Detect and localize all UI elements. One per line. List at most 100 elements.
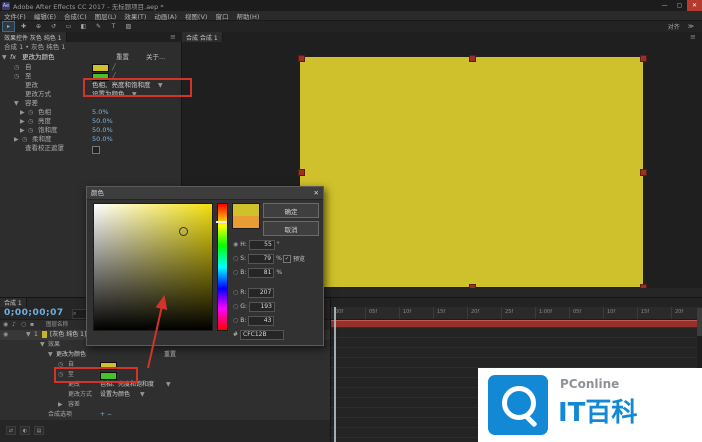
stopwatch-icon[interactable]: ◷ <box>14 72 19 81</box>
dialog-titlebar[interactable]: 颜色 ✕ <box>87 187 323 200</box>
stopwatch-icon[interactable]: ◷ <box>14 63 19 72</box>
selection-handle[interactable] <box>640 169 647 176</box>
shape-tool-icon[interactable]: ▭ <box>62 21 75 32</box>
maximize-button[interactable]: ▢ <box>672 0 687 11</box>
stopwatch-icon[interactable]: ◷ <box>28 108 33 117</box>
menu-edit[interactable]: 编辑(E) <box>34 11 56 21</box>
about-link[interactable]: 关于... <box>146 53 165 62</box>
stopwatch-icon[interactable]: ◷ <box>22 135 27 144</box>
param-saturation[interactable]: ▶ ◷ 饱和度 50.0% <box>0 126 181 135</box>
menu-composition[interactable]: 合成(C) <box>64 11 87 21</box>
current-time-indicator[interactable] <box>334 307 336 442</box>
field-g[interactable]: ○ G: 193 <box>233 301 275 312</box>
comp-panel-menu-icon[interactable]: ≡ <box>690 33 696 41</box>
param-value[interactable]: 50.0% <box>92 135 113 144</box>
radio-on-icon[interactable]: ◉ <box>233 241 238 248</box>
h-input[interactable]: 55 <box>249 240 275 250</box>
hue-marker[interactable] <box>216 221 227 223</box>
reset-link[interactable]: 重置 <box>116 53 129 62</box>
layer-name[interactable]: [灰色 纯色 1] <box>50 330 86 340</box>
field-b[interactable]: ○ B: 81 % <box>233 267 282 278</box>
menu-help[interactable]: 帮助(H) <box>236 11 259 21</box>
view-matte-checkbox[interactable] <box>92 146 100 154</box>
param-view-matte[interactable]: 查看校正遮罩 <box>0 144 181 153</box>
field-hex[interactable]: # CFC12B <box>233 329 284 340</box>
eye-column-icon[interactable]: ◉ <box>3 320 8 330</box>
twirl-closed-icon[interactable]: ▶ <box>20 126 25 135</box>
r-input[interactable]: 207 <box>248 288 274 298</box>
field-s[interactable]: ○ S: 79 % <box>233 253 282 264</box>
menu-effect[interactable]: 效果(T) <box>124 11 146 21</box>
chevron-down-icon[interactable]: ▼ <box>166 380 171 390</box>
cancel-button[interactable]: 取消 <box>263 221 319 236</box>
twirl-open-icon[interactable]: ▼ <box>2 53 7 62</box>
stopwatch-icon[interactable]: ◷ <box>28 117 33 126</box>
stopwatch-icon[interactable]: ◷ <box>28 126 33 135</box>
align-label[interactable]: 对齐 <box>668 22 680 31</box>
twirl-open-icon[interactable]: ▼ <box>40 340 45 350</box>
effect-header[interactable]: ▼ fx 更改为颜色 重置 关于... <box>0 53 181 62</box>
param-value[interactable]: 50.0% <box>92 117 113 126</box>
twirl-closed-icon[interactable]: ▶ <box>20 117 25 126</box>
from-color-swatch[interactable] <box>92 64 109 72</box>
selection-handle[interactable] <box>298 169 305 176</box>
color-field-marker[interactable] <box>179 227 188 236</box>
solo-column-icon[interactable]: ○ <box>21 320 26 330</box>
field-r[interactable]: ○ R: 207 <box>233 287 274 298</box>
selection-handle[interactable] <box>298 55 305 62</box>
param-value[interactable]: 5.0% <box>92 108 109 117</box>
tab-composition[interactable]: 合成 合成 1 <box>182 32 223 42</box>
twirl-closed-icon[interactable]: ▶ <box>14 135 19 144</box>
menu-view[interactable]: 视图(V) <box>185 11 208 21</box>
field-h[interactable]: ◉ H: 55 ° <box>233 239 280 250</box>
lock-column-icon[interactable]: ▪ <box>30 320 34 330</box>
param-from[interactable]: ◷ 自 ╱ <box>0 63 181 72</box>
saturation-brightness-field[interactable] <box>93 203 213 331</box>
radio-off-icon[interactable]: ○ <box>233 255 238 262</box>
time-ruler[interactable]: 00f 05f 10f 15f 20f 25f 1:00f 05f 10f 15… <box>331 307 702 320</box>
eyedropper-icon[interactable]: ╱ <box>112 63 116 72</box>
type-tool-icon[interactable]: T <box>107 21 120 32</box>
graph-editor-icon[interactable]: ▤ <box>34 426 44 435</box>
group-tolerance[interactable]: ▼ 容差 <box>0 99 181 108</box>
ok-button[interactable]: 确定 <box>263 203 319 218</box>
pen-tool-icon[interactable]: ✎ <box>92 21 105 32</box>
g-input[interactable]: 193 <box>249 302 275 312</box>
current-timecode[interactable]: 0;00;00;07 <box>4 308 64 318</box>
brush-tool-icon[interactable]: ▨ <box>122 21 135 32</box>
radio-off-icon[interactable]: ○ <box>233 289 238 296</box>
radio-off-icon[interactable]: ○ <box>233 303 238 310</box>
twirl-closed-icon[interactable]: ▶ <box>58 400 63 410</box>
reset-link[interactable]: 重置 <box>164 350 176 360</box>
twirl-open-icon[interactable]: ▼ <box>48 350 53 360</box>
expand-layers-icon[interactable]: ⇄ <box>6 426 16 435</box>
tab-effect-controls[interactable]: 效果控件 灰色 纯色 1 <box>0 32 67 42</box>
eye-icon[interactable]: ◉ <box>3 330 8 340</box>
mask-tool-icon[interactable]: ◧ <box>77 21 90 32</box>
panel-menu-icon[interactable]: ≡ <box>170 33 176 41</box>
menu-animation[interactable]: 动画(A) <box>154 11 177 21</box>
hand-tool-icon[interactable]: ✚ <box>17 21 30 32</box>
param-hue[interactable]: ▶ ◷ 色相 5.0% <box>0 108 181 117</box>
menu-window[interactable]: 窗口 <box>215 11 228 21</box>
dialog-close-icon[interactable]: ✕ <box>314 187 319 199</box>
preview-checkbox[interactable]: ✓ <box>283 255 291 263</box>
column-layer-name[interactable]: 图层名称 <box>46 320 68 330</box>
frame-blend-icon[interactable]: ◐ <box>20 426 30 435</box>
comp-options-row[interactable]: 合成选项 + − <box>0 410 330 421</box>
chevron-down-icon[interactable]: ▼ <box>140 390 145 400</box>
b-input[interactable]: 81 <box>248 268 274 278</box>
audio-column-icon[interactable]: ♪ <box>12 320 16 330</box>
comp-options-controls[interactable]: + − <box>100 410 112 420</box>
close-button[interactable]: ✕ <box>687 0 702 11</box>
menu-file[interactable]: 文件(F) <box>4 11 26 21</box>
field-b2[interactable]: ○ B: 43 <box>233 315 274 326</box>
twirl-closed-icon[interactable]: ▶ <box>20 108 25 117</box>
rotation-tool-icon[interactable]: ↺ <box>47 21 60 32</box>
selection-handle[interactable] <box>640 55 647 62</box>
preview-toggle[interactable]: ✓ 预览 <box>283 253 305 264</box>
param-value[interactable]: 50.0% <box>92 126 113 135</box>
layer-label-chip[interactable] <box>42 331 47 338</box>
hex-input[interactable]: CFC12B <box>240 330 284 340</box>
solid-layer-canvas[interactable] <box>300 57 643 287</box>
